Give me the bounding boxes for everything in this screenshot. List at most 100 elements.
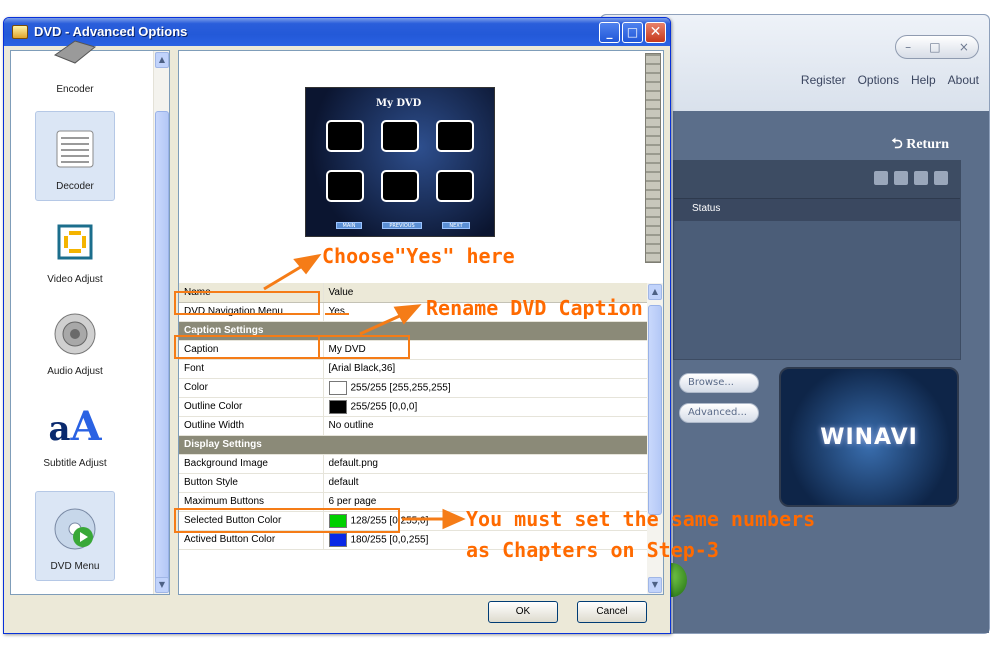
sidebar-scrollbar[interactable]: ▲ ▼ xyxy=(153,51,169,594)
property-name: Outline Width xyxy=(179,416,324,436)
property-value-text: default.png xyxy=(328,458,379,469)
preview-nav-next: NEXT xyxy=(442,222,470,229)
property-name: Color xyxy=(179,378,324,398)
property-row[interactable]: Outline Width No outline xyxy=(179,416,650,436)
sidebar-item-encoder[interactable]: Encoder xyxy=(35,13,115,103)
color-swatch[interactable] xyxy=(328,399,347,414)
decoder-icon xyxy=(53,127,97,171)
property-value-text: 180/255 [0,0,255] xyxy=(350,534,429,546)
speaker-icon xyxy=(53,312,97,356)
annotation-same-numbers-1: You must set the same numbers xyxy=(466,507,816,531)
property-value-text: 255/255 [255,255,255] xyxy=(350,382,451,394)
chapter-thumbnail xyxy=(381,120,419,152)
property-row[interactable]: Color 255/255 [255,255,255] xyxy=(179,378,650,398)
close-icon[interactable]: × xyxy=(959,40,969,54)
property-value-text: No outline xyxy=(328,420,374,431)
scroll-down-icon[interactable]: ▼ xyxy=(648,577,662,593)
menu-register[interactable]: Register xyxy=(801,73,846,87)
minimize-icon[interactable]: – xyxy=(905,40,911,54)
sidebar-item-decoder[interactable]: Decoder xyxy=(35,111,115,201)
section-title: Display Settings xyxy=(179,435,650,455)
sidebar-item-dvd-menu[interactable]: DVD Menu xyxy=(35,491,115,581)
sidebar-item-label: Subtitle Adjust xyxy=(43,458,107,469)
return-label: Return xyxy=(906,137,949,152)
background-file-list[interactable]: Status xyxy=(673,160,961,360)
close-button[interactable]: ✕ xyxy=(645,22,666,43)
property-value[interactable]: No outline xyxy=(323,416,650,436)
property-value[interactable]: default xyxy=(323,473,650,493)
property-value-text: 6 per page xyxy=(328,496,377,507)
dvd-menu-preview: My DVD MAIN PREVIOUS NEXT xyxy=(305,87,495,237)
chapter-thumbnail xyxy=(436,170,474,202)
property-value[interactable]: 255/255 [255,255,255] xyxy=(323,378,650,398)
menu-about[interactable]: About xyxy=(948,73,979,87)
underline-yes xyxy=(325,313,349,315)
chapter-thumbnail xyxy=(326,170,364,202)
background-window-controls[interactable]: – □ × xyxy=(895,35,979,59)
disc-icon xyxy=(53,507,97,551)
file-list-tool-icons xyxy=(874,171,948,185)
ok-button[interactable]: OK xyxy=(488,601,558,623)
status-column-header[interactable]: Status xyxy=(674,199,960,221)
menu-help[interactable]: Help xyxy=(911,73,936,87)
menu-preview-area: My DVD MAIN PREVIOUS NEXT xyxy=(179,51,663,271)
subtitle-icon: aA xyxy=(48,402,102,450)
property-value[interactable]: [Arial Black,36] xyxy=(323,359,650,379)
sidebar-item-label: Audio Adjust xyxy=(47,366,103,377)
property-name: Button Style xyxy=(179,473,324,493)
chapter-thumbnail xyxy=(326,120,364,152)
color-swatch[interactable] xyxy=(328,532,347,547)
scroll-up-icon[interactable]: ▲ xyxy=(155,52,169,68)
browse-button[interactable]: Browse... xyxy=(679,373,759,393)
encoder-icon xyxy=(53,30,97,74)
property-row[interactable]: Outline Color 255/255 [0,0,0] xyxy=(179,397,650,417)
scroll-down-icon[interactable]: ▼ xyxy=(155,577,169,593)
preview-caption: My DVD xyxy=(376,98,422,109)
options-category-list: Encoder Decoder Video Adjust Audio Adjus… xyxy=(10,40,170,595)
scroll-up-icon[interactable]: ▲ xyxy=(648,284,662,300)
tool-icon-3[interactable] xyxy=(914,171,928,185)
cancel-button[interactable]: Cancel xyxy=(577,601,647,623)
return-button[interactable]: ⮌ Return xyxy=(892,133,950,157)
sidebar-item-label: Decoder xyxy=(56,181,94,192)
color-swatch[interactable] xyxy=(328,380,347,395)
property-name: Background Image xyxy=(179,454,324,474)
return-arrow-icon: ⮌ xyxy=(891,137,907,152)
preview-ruler xyxy=(645,53,661,263)
preview-nav-previous: PREVIOUS xyxy=(382,222,422,229)
property-value-text: default xyxy=(328,477,359,488)
sidebar-item-label: DVD Menu xyxy=(50,561,100,572)
property-value[interactable]: 255/255 [0,0,0] xyxy=(323,397,650,417)
property-row[interactable]: Background Image default.png xyxy=(179,454,650,474)
property-value[interactable]: default.png xyxy=(323,454,650,474)
dvd-app-icon xyxy=(12,25,28,39)
minimize-button[interactable]: _ xyxy=(599,22,620,43)
sidebar-item-video-adjust[interactable]: Video Adjust xyxy=(35,203,115,293)
property-row[interactable]: Font [Arial Black,36] xyxy=(179,359,650,379)
highlight-caption xyxy=(174,335,320,359)
winavi-logo: WINAVI xyxy=(779,367,959,507)
tool-icon-1[interactable] xyxy=(874,171,888,185)
property-row[interactable]: Button Style default xyxy=(179,473,650,493)
advanced-button[interactable]: Advanced... xyxy=(679,403,759,423)
menu-options[interactable]: Options xyxy=(858,73,899,87)
maximize-icon[interactable]: □ xyxy=(929,40,940,54)
maximize-button[interactable]: □ xyxy=(622,22,643,43)
property-value-text: [Arial Black,36] xyxy=(328,363,396,374)
background-menu-bar: Register Options Help About xyxy=(801,73,979,87)
property-value-text: 255/255 [0,0,0] xyxy=(350,401,418,413)
highlight-caption-value xyxy=(318,335,410,359)
property-name: Font xyxy=(179,359,324,379)
preview-nav-main: MAIN xyxy=(336,222,362,229)
property-name: Outline Color xyxy=(179,397,324,417)
scroll-thumb[interactable] xyxy=(155,111,169,581)
sidebar-item-audio-adjust[interactable]: Audio Adjust xyxy=(35,295,115,385)
tool-icon-4[interactable] xyxy=(934,171,948,185)
chapter-thumbnail xyxy=(436,120,474,152)
sidebar-item-subtitle-adjust[interactable]: aA Subtitle Adjust xyxy=(35,387,115,477)
scroll-thumb[interactable] xyxy=(648,305,662,515)
property-value-text: Yes xyxy=(328,306,345,317)
tool-icon-2[interactable] xyxy=(894,171,908,185)
annotation-same-numbers-2: as Chapters on Step-3 xyxy=(466,538,719,562)
highlight-dvd-navigation-menu xyxy=(174,291,320,315)
